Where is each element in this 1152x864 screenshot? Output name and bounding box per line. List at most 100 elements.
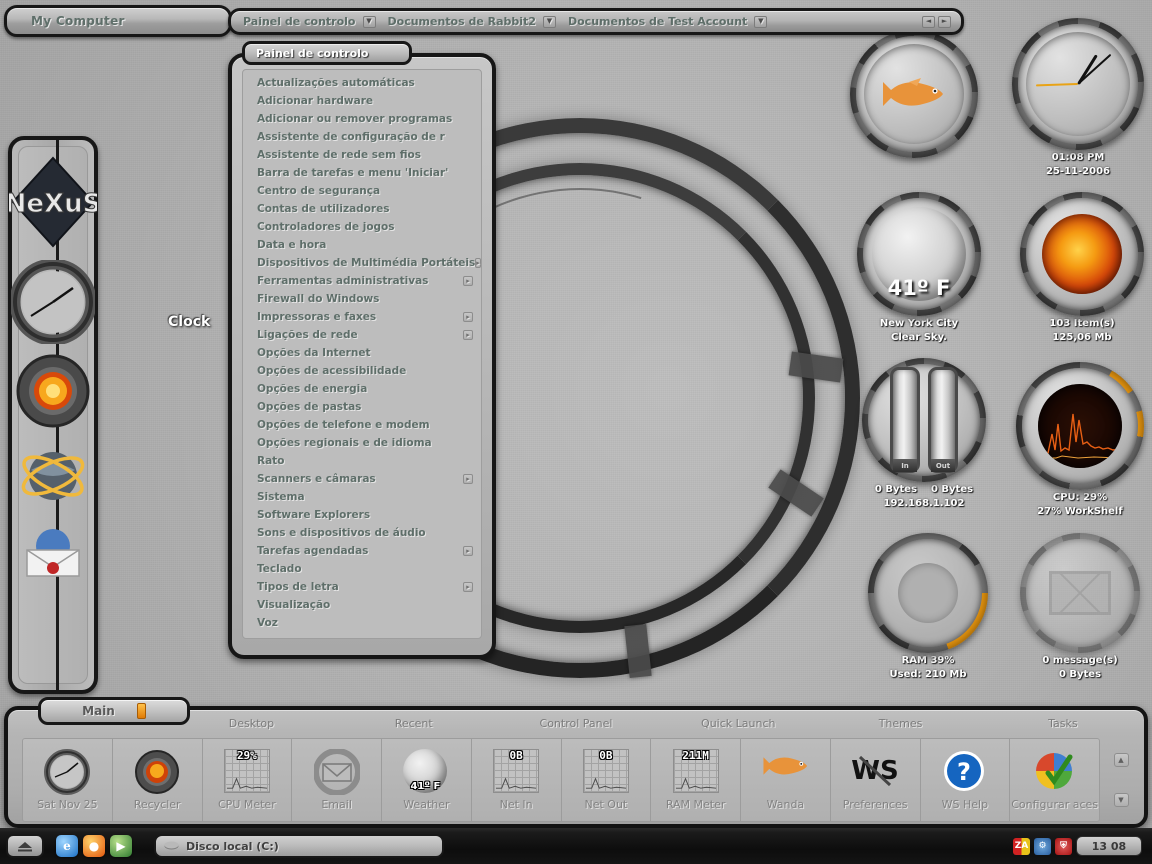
control-panel-item[interactable]: Adicionar hardware (243, 92, 481, 110)
dock-item[interactable]: Wanda (741, 739, 831, 821)
control-panel-item[interactable]: Assistente de configuração de r (243, 128, 481, 146)
control-panel-item[interactable]: Firewall do Windows (243, 290, 481, 308)
gadget-bezel (1020, 533, 1140, 653)
dock-tab-recent[interactable]: Recent (333, 717, 495, 730)
nav-prev-icon[interactable]: ◄ (922, 15, 935, 28)
firefox-icon[interactable]: ● (83, 835, 105, 857)
zonealarm-icon[interactable]: ZA (1013, 837, 1030, 855)
control-panel-item[interactable]: Tarefas agendadas ▸ (243, 542, 481, 560)
control-panel-item[interactable]: Opções da Internet (243, 344, 481, 362)
control-panel-item[interactable]: Adicionar ou remover programas (243, 110, 481, 128)
start-button[interactable] (6, 834, 44, 858)
chevron-down-icon[interactable]: ▼ (362, 15, 376, 28)
window-tab-documentos-test-account[interactable]: Documentos de Test Account ▼ (562, 11, 773, 32)
dock-item[interactable]: WS Preferences (831, 739, 921, 821)
dock-item[interactable]: 211M RAM Meter (651, 739, 741, 821)
gadget-mail[interactable]: 0 message(s) 0 Bytes (1020, 533, 1140, 681)
control-panel-item[interactable]: Centro de segurança (243, 182, 481, 200)
submenu-arrow-icon[interactable]: ▸ (475, 258, 481, 268)
taskbar-clock[interactable]: 13 08 (1076, 836, 1142, 856)
control-panel-item[interactable]: Sistema (243, 488, 481, 506)
gadget-recycler[interactable]: 103 Item(s) 125,06 Mb (1020, 192, 1144, 344)
media-player-icon[interactable]: ▶ (110, 835, 132, 857)
window-tab-painel-de-controlo[interactable]: Painel de controlo ▼ (237, 11, 382, 32)
gadget-bezel: 41º F (857, 192, 981, 316)
dock-tab-indicator (136, 703, 146, 719)
cpu-meter-icon[interactable] (14, 352, 92, 430)
gadget-cpu[interactable]: CPU: 29% 27% WorkShelf (1016, 362, 1144, 518)
control-panel-item-list[interactable]: Actualizações automáticas Adicionar hardw… (242, 69, 482, 639)
dock-item[interactable]: Sat Nov 25 (23, 739, 113, 821)
window-tab-documentos-rabbit2[interactable]: Documentos de Rabbit2 ▼ (382, 11, 562, 32)
nexus-dock[interactable]: NeXuS (4, 136, 102, 694)
submenu-arrow-icon[interactable]: ▸ (463, 276, 473, 286)
chevron-down-icon[interactable]: ▼ (542, 15, 556, 28)
control-panel-item[interactable]: Data e hora (243, 236, 481, 254)
dock-tab-themes[interactable]: Themes (819, 717, 981, 730)
internet-explorer-icon[interactable]: e (56, 835, 78, 857)
dock-item[interactable]: Email (292, 739, 382, 821)
dock-tab-tasks[interactable]: Tasks (982, 717, 1144, 730)
gadget-clock[interactable]: 01:08 PM 25-11-2006 (1012, 18, 1144, 178)
gadget-ram[interactable]: RAM 39% Used: 210 Mb (868, 533, 988, 681)
dock-tab-desktop[interactable]: Desktop (170, 717, 332, 730)
network-globe-icon[interactable] (17, 440, 89, 512)
control-panel-item[interactable]: Opções regionais e de idioma (243, 434, 481, 452)
dock-tab-quick-launch[interactable]: Quick Launch (657, 717, 819, 730)
control-panel-item[interactable]: Sons e dispositivos de áudio (243, 524, 481, 542)
dock-item[interactable]: 41º F Weather (382, 739, 472, 821)
control-panel-titlebar[interactable]: Painel de controlo (242, 41, 412, 65)
control-panel-item[interactable]: Scanners e câmaras ▸ (243, 470, 481, 488)
dock-tab-main[interactable]: Main (38, 697, 190, 725)
control-panel-item[interactable]: Actualizações automáticas (243, 74, 481, 92)
dock-scroll-down-button[interactable]: ▼ (1113, 793, 1129, 807)
control-panel-item[interactable]: Dispositivos de Multimédia Portáteis ▸ (243, 254, 481, 272)
gadget-fish[interactable] (850, 30, 978, 158)
dock-item[interactable]: 0B Net Out (562, 739, 652, 821)
gadget-bezel (850, 30, 978, 158)
control-panel-item-label: Barra de tarefas e menu 'Iniciar' (257, 167, 449, 179)
window-tab-my-computer[interactable]: My Computer (4, 5, 232, 37)
nexus-logo-icon[interactable]: NeXuS (4, 154, 102, 250)
dock-item[interactable]: 0B Net In (472, 739, 562, 821)
control-panel-item[interactable]: Visualização (243, 596, 481, 614)
dock-scroll-up-button[interactable]: ▲ (1113, 753, 1129, 767)
control-panel-item[interactable]: Opções de pastas (243, 398, 481, 416)
control-panel-item[interactable]: Impressoras e faxes ▸ (243, 308, 481, 326)
submenu-arrow-icon[interactable]: ▸ (463, 330, 473, 340)
control-panel-item[interactable]: Rato (243, 452, 481, 470)
dock-item[interactable]: Configurar aces (1010, 739, 1099, 821)
dock-item[interactable]: Recycler (113, 739, 203, 821)
gadget-network[interactable]: In Out 0 Bytes 0 Bytes 192.168.1.102 (862, 358, 986, 510)
gadget-weather[interactable]: 41º F New York City Clear Sky. (857, 192, 981, 344)
control-panel-item[interactable]: Software Explorers (243, 506, 481, 524)
chevron-down-icon[interactable]: ▼ (754, 15, 768, 28)
clock-icon[interactable] (9, 258, 97, 346)
control-panel-item[interactable]: Assistente de rede sem fios (243, 146, 481, 164)
control-panel-item[interactable]: Tipos de letra ▸ (243, 578, 481, 596)
control-panel-item[interactable]: Opções de acessibilidade (243, 362, 481, 380)
security-shield-icon[interactable]: ⛨ (1055, 837, 1072, 855)
dock-item[interactable]: ? WS Help (921, 739, 1011, 821)
submenu-arrow-icon[interactable]: ▸ (463, 474, 473, 484)
taskbar-window-button[interactable]: Disco local (C:) (154, 834, 444, 858)
dock-tab-control-panel[interactable]: Control Panel (495, 717, 657, 730)
control-panel-item[interactable]: Opções de energia (243, 380, 481, 398)
control-panel-item[interactable]: Controladores de jogos (243, 218, 481, 236)
control-panel-item-label: Opções de energia (257, 383, 368, 395)
email-icon[interactable] (21, 524, 85, 582)
control-panel-item[interactable]: Ligações de rede ▸ (243, 326, 481, 344)
dock-item[interactable]: 29% CPU Meter (203, 739, 293, 821)
submenu-arrow-icon[interactable]: ▸ (463, 546, 473, 556)
control-panel-item-label: Assistente de rede sem fios (257, 149, 421, 161)
submenu-arrow-icon[interactable]: ▸ (463, 582, 473, 592)
submenu-arrow-icon[interactable]: ▸ (463, 312, 473, 322)
control-panel-item[interactable]: Opções de telefone e modem (243, 416, 481, 434)
control-panel-item[interactable]: Voz (243, 614, 481, 632)
control-panel-item[interactable]: Ferramentas administrativas ▸ (243, 272, 481, 290)
control-panel-item[interactable]: Contas de utilizadores (243, 200, 481, 218)
nav-next-icon[interactable]: ► (938, 15, 951, 28)
control-panel-item[interactable]: Barra de tarefas e menu 'Iniciar' (243, 164, 481, 182)
control-panel-item[interactable]: Teclado (243, 560, 481, 578)
network-tray-icon[interactable]: ⚙ (1034, 837, 1051, 855)
